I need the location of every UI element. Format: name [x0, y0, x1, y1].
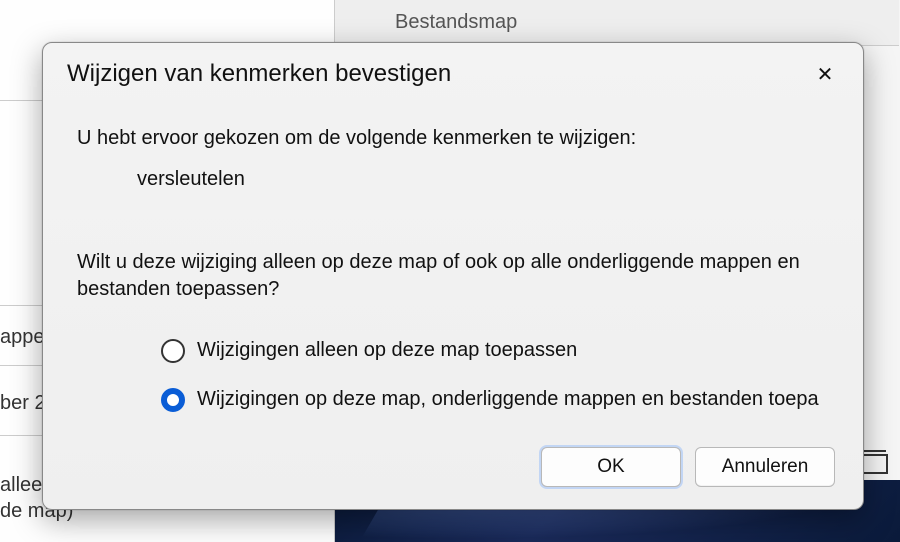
ok-button[interactable]: OK	[541, 447, 681, 487]
radio-group: Wijzigingen alleen op deze map toepassen…	[77, 337, 829, 413]
background-text-fragment: allee	[0, 474, 42, 497]
close-button[interactable]	[805, 57, 845, 91]
option-label: Wijzigingen op deze map, onderliggende m…	[197, 386, 819, 413]
dialog-intro-text: U hebt ervoor gekozen om de volgende ken…	[77, 125, 829, 152]
confirm-attribute-changes-dialog: Wijzigen van kenmerken bevestigen U hebt…	[42, 42, 864, 510]
dialog-body: U hebt ervoor gekozen om de volgende ken…	[43, 97, 863, 447]
maximize-icon	[862, 454, 888, 474]
background-text-fragment: appe	[0, 326, 45, 349]
attribute-name: versleutelen	[77, 166, 829, 193]
dialog-button-row: OK Annuleren	[43, 447, 863, 509]
option-folder-subfolders-files[interactable]: Wijzigingen op deze map, onderliggende m…	[161, 386, 829, 413]
dialog-title: Wijzigen van kenmerken bevestigen	[67, 60, 451, 88]
radio-icon	[161, 388, 185, 412]
radio-icon	[161, 339, 185, 363]
option-label: Wijzigingen alleen op deze map toepassen	[197, 337, 577, 364]
close-icon	[817, 62, 834, 87]
cancel-button[interactable]: Annuleren	[695, 447, 835, 487]
background-header-tab: Bestandsmap	[335, 0, 899, 46]
option-this-folder-only[interactable]: Wijzigingen alleen op deze map toepassen	[161, 337, 829, 364]
background-tab-label: Bestandsmap	[395, 11, 517, 34]
dialog-titlebar: Wijzigen van kenmerken bevestigen	[43, 43, 863, 97]
dialog-question-text: Wilt u deze wijziging alleen op deze map…	[77, 249, 829, 303]
background-text-fragment: ber 2	[0, 392, 46, 415]
